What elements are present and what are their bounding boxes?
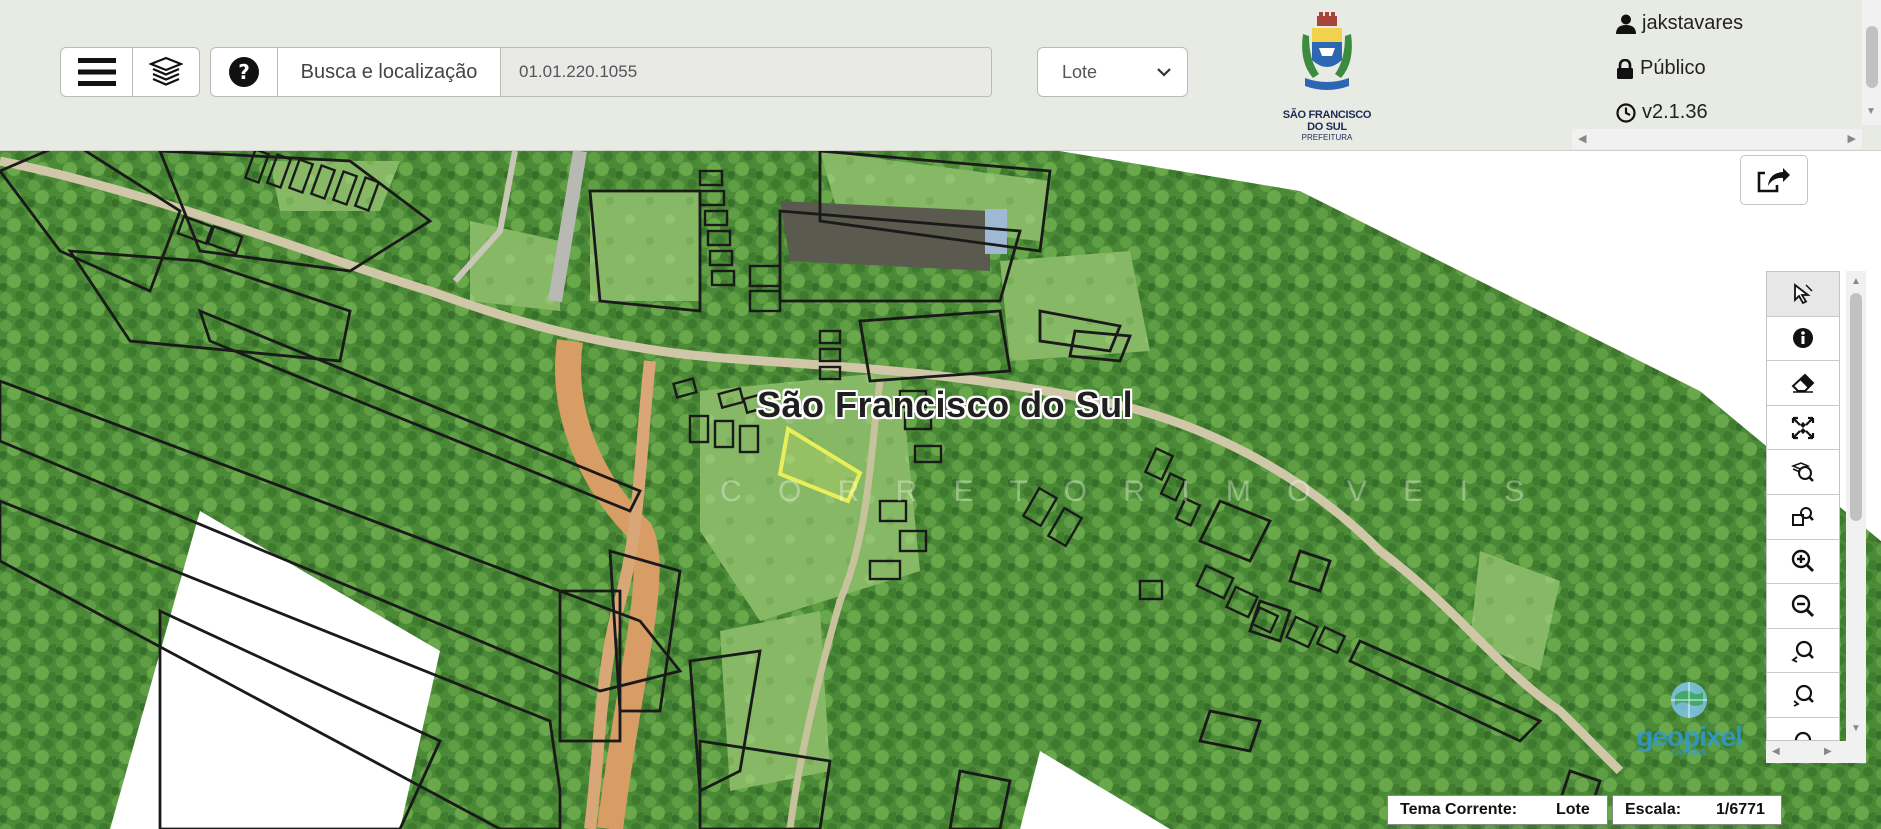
app-root: ? Busca e localização Lote SÃO FRANCISCO… xyxy=(0,0,1881,829)
tool-column xyxy=(1766,271,1840,741)
zoom-next-icon xyxy=(1793,685,1814,707)
header-vertical-scrollbar[interactable]: ▼ xyxy=(1862,0,1881,125)
scroll-right-icon[interactable]: ▶ xyxy=(1848,132,1856,145)
access-level-text: Público xyxy=(1640,57,1706,79)
scroll-right-icon[interactable]: ▶ xyxy=(1824,746,1832,757)
toolbar-vertical-scrollbar[interactable]: ▲ ▼ xyxy=(1846,271,1866,741)
zoom-previous-tool[interactable] xyxy=(1767,628,1839,674)
layers-button[interactable] xyxy=(132,47,200,97)
coat-of-arms-icon xyxy=(1302,12,1352,90)
user-name[interactable]: jakstavares xyxy=(1616,12,1743,35)
header-scroll-thumb[interactable] xyxy=(1866,26,1878,88)
zoom-out-icon xyxy=(1791,594,1815,618)
toolbar-horizontal-scrollbar[interactable]: ◀ ▶ xyxy=(1766,741,1866,763)
logo-subtitle: PREFEITURA xyxy=(1301,133,1353,142)
zoom-in-tool[interactable] xyxy=(1767,539,1839,585)
info-tool[interactable] xyxy=(1767,316,1839,362)
scroll-left-icon[interactable]: ◀ xyxy=(1578,132,1586,145)
map-scale-value: 1/6771 xyxy=(1716,801,1765,818)
zoom-layer-icon xyxy=(1791,462,1814,483)
share-button[interactable] xyxy=(1740,155,1808,205)
current-theme-status: Tema Corrente: Lote xyxy=(1387,795,1608,825)
geopixel-logo: geopixel cidades xyxy=(1628,680,1750,770)
eraser-icon xyxy=(1791,373,1815,393)
map-toolbar: ▲ ▼ ◀ ▶ xyxy=(1766,271,1866,763)
app-version: v2.1.36 xyxy=(1616,101,1708,124)
zoom-selection-icon xyxy=(1792,506,1814,526)
eraser-tool[interactable] xyxy=(1767,361,1839,406)
svg-text:C O R R E T O R I M O V E I S: C O R R E T O R I M O V E I S xyxy=(720,475,1538,508)
zoom-out-tool[interactable] xyxy=(1767,584,1839,629)
hamburger-icon xyxy=(77,58,116,86)
current-theme-value: Lote xyxy=(1556,801,1590,818)
map-scale-label: Escala: xyxy=(1625,801,1682,818)
zoom-in-icon xyxy=(1791,550,1815,573)
select-tool[interactable] xyxy=(1767,272,1839,317)
search-label: Busca e localização xyxy=(277,47,501,97)
full-extent-tool[interactable] xyxy=(1767,405,1839,451)
menu-button[interactable] xyxy=(60,47,133,97)
select-arrow-icon xyxy=(1794,282,1813,304)
header-horizontal-scrollbar[interactable]: ◀ ▶ xyxy=(1572,129,1862,149)
theme-select[interactable]: Lote xyxy=(1037,47,1188,97)
map-place-label: São Francisco do Sul xyxy=(757,384,1134,425)
map-canvas[interactable]: C O R R E T O R I M O V E I S São Franci… xyxy=(0,151,1881,829)
zoom-selection-tool[interactable] xyxy=(1767,494,1839,540)
user-icon xyxy=(1616,14,1636,34)
theme-select-value: Lote xyxy=(1062,61,1098,82)
map-imagery: C O R R E T O R I M O V E I S xyxy=(0,151,1881,829)
map-scale-status: Escala: 1/6771 xyxy=(1612,795,1782,825)
full-extent-icon xyxy=(1791,416,1815,439)
logo-city-name: SÃO FRANCISCO DO SUL xyxy=(1282,109,1372,133)
chevron-down-icon xyxy=(1157,68,1171,77)
toolbar-scroll-thumb[interactable] xyxy=(1850,293,1862,521)
geopixel-subtitle: cidades xyxy=(1671,747,1707,758)
scroll-down-icon[interactable]: ▼ xyxy=(1851,723,1861,734)
search-input[interactable] xyxy=(500,47,992,97)
scroll-down-icon[interactable]: ▼ xyxy=(1866,106,1876,117)
city-logo: SÃO FRANCISCO DO SUL PREFEITURA xyxy=(1275,12,1379,142)
layers-icon xyxy=(149,56,183,86)
zoom-next-tool[interactable] xyxy=(1767,673,1839,718)
app-version-text: v2.1.36 xyxy=(1642,101,1708,123)
zoom-layer-tool[interactable] xyxy=(1767,450,1839,495)
user-name-text: jakstavares xyxy=(1642,12,1744,34)
zoom-more-icon xyxy=(1794,731,1812,740)
scroll-left-icon[interactable]: ◀ xyxy=(1772,746,1780,757)
clock-icon xyxy=(1616,102,1636,123)
help-button[interactable]: ? xyxy=(210,47,278,97)
share-icon xyxy=(1757,168,1790,193)
zoom-more-tool[interactable] xyxy=(1767,717,1839,740)
scroll-up-icon[interactable]: ▲ xyxy=(1851,276,1861,287)
svg-text:?: ? xyxy=(238,60,250,84)
info-icon xyxy=(1793,328,1813,349)
geopixel-globe-icon xyxy=(1671,682,1707,718)
header-bar: ? Busca e localização Lote SÃO FRANCISCO… xyxy=(0,0,1881,151)
current-theme-label: Tema Corrente: xyxy=(1400,801,1518,818)
access-level: Público xyxy=(1616,57,1706,80)
zoom-previous-icon xyxy=(1791,640,1814,663)
help-icon: ? xyxy=(229,57,259,87)
lock-icon xyxy=(1617,58,1633,79)
